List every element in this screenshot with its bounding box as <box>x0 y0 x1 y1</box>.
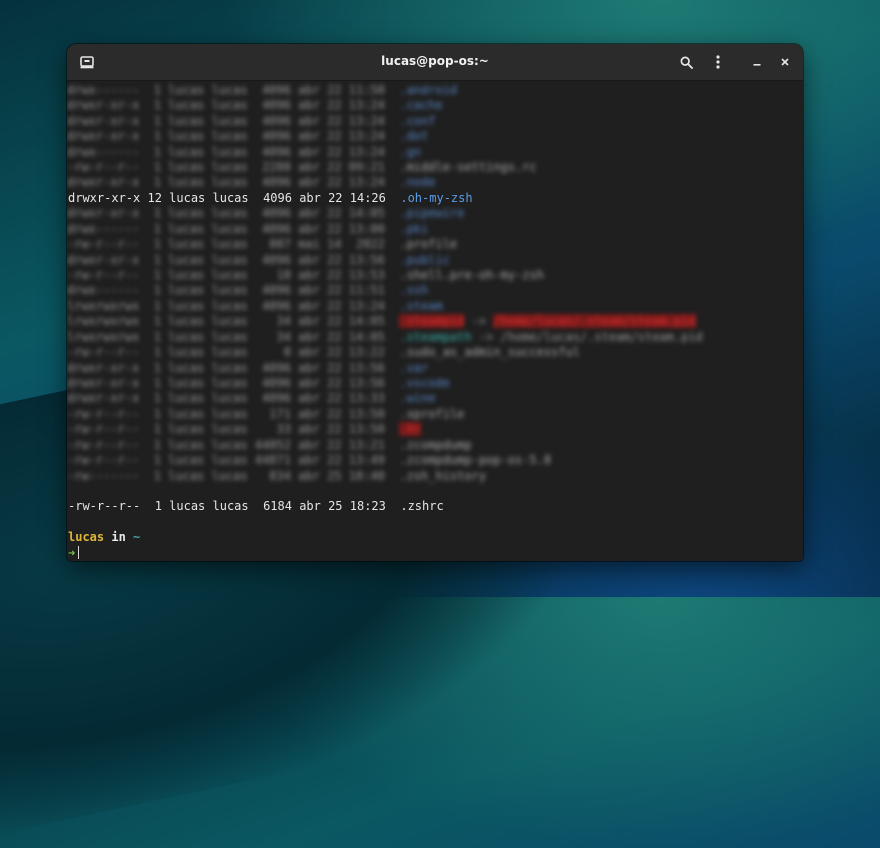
redacted-row: drwxr-xr-x 1 lucas lucas 4096 abr 22 13:… <box>67 391 436 405</box>
redacted-row: drwxr-xr-x 1 lucas lucas 4096 abr 22 13:… <box>67 175 436 189</box>
redacted-row: drwxr-xr-x 1 lucas lucas 4096 abr 22 13:… <box>67 376 450 390</box>
redacted-row: lrwxrwxrwx 1 lucas lucas 4096 abr 22 13:… <box>67 299 443 313</box>
redacted-row: drwxr-xr-x 1 lucas lucas 4096 abr 22 13:… <box>67 253 450 267</box>
redacted-row: -rw------- 1 lucas lucas 834 abr 25 18:4… <box>67 469 487 483</box>
redacted-row: lrwxrwxrwx 1 lucas lucas 34 abr 22 14:05… <box>67 314 696 328</box>
redacted-row: drwx------ 1 lucas lucas 4096 abr 22 11:… <box>67 83 458 97</box>
redacted-row: -rw-r--r-- 1 lucas lucas 171 abr 22 13:5… <box>67 407 465 421</box>
prompt-in: in <box>104 530 134 544</box>
search-button[interactable] <box>676 52 696 72</box>
directory-name: .oh-my-zsh <box>400 191 473 205</box>
redacted-row: drwxr-xr-x 1 lucas lucas 4096 abr 22 13:… <box>67 98 443 112</box>
redacted-row: lrwxrwxrwx 1 lucas lucas 34 abr 22 14:05… <box>67 330 703 344</box>
file-meta: -rw-r--r-- 1 lucas lucas 6184 abr 25 18:… <box>68 499 401 513</box>
redacted-row: drwxr-xr-x 1 lucas lucas 4096 abr 22 13:… <box>67 129 429 143</box>
redacted-row: drwxr-xr-x 1 lucas lucas 4096 abr 22 13:… <box>67 114 436 128</box>
search-icon <box>680 56 693 69</box>
close-button[interactable] <box>775 52 795 72</box>
prompt-line: lucas in ~ <box>68 530 140 544</box>
file-name: .zshrc <box>400 499 444 513</box>
redacted-row: drwx------ 1 lucas lucas 4096 abr 22 13:… <box>67 145 422 159</box>
redacted-row: -rw-r--r-- 1 lucas lucas 33 abr 22 13:50… <box>67 422 422 436</box>
kebab-menu-icon <box>716 55 720 69</box>
redacted-row: drwx------ 1 lucas lucas 4096 abr 22 13:… <box>67 222 429 236</box>
prompt-arrow-icon: ➜ <box>68 546 76 560</box>
prompt-cwd: ~ <box>133 530 141 544</box>
redacted-row: -rw-r--r-- 1 lucas lucas 44871 abr 22 13… <box>67 453 552 467</box>
text-cursor <box>78 546 80 559</box>
titlebar: lucas@pop-os:~ <box>67 44 803 81</box>
menu-button[interactable] <box>708 52 728 72</box>
listing-row-oh-my-zsh: drwxr-xr-x 12 lucas lucas 4096 abr 22 14… <box>68 191 473 205</box>
minimize-icon <box>753 64 761 66</box>
close-icon <box>781 58 789 66</box>
minimize-button[interactable] <box>747 52 767 72</box>
redacted-row: -rw-r--r-- 1 lucas lucas 44052 abr 22 13… <box>67 438 472 452</box>
redacted-row: drwxr-xr-x 1 lucas lucas 4096 abr 22 14:… <box>67 206 465 220</box>
terminal-window: lucas@pop-os:~ drwx------ 1 lucas lucas … <box>67 44 803 561</box>
listing-row-zshrc: -rw-r--r-- 1 lucas lucas 6184 abr 25 18:… <box>68 499 444 513</box>
prompt-user: lucas <box>68 530 105 544</box>
redacted-row: drwxr-xr-x 1 lucas lucas 4096 abr 22 13:… <box>67 361 429 375</box>
redacted-row: -rw-r--r-- 1 lucas lucas 18 abr 22 13:53… <box>67 268 544 282</box>
terminal-output[interactable]: drwx------ 1 lucas lucas 4096 abr 22 11:… <box>67 81 803 561</box>
redacted-row: -rw-r--r-- 1 lucas lucas 0 abr 22 13:22 … <box>67 345 580 359</box>
input-line[interactable]: ➜ <box>68 546 80 560</box>
redacted-row: -rw-r--r-- 1 lucas lucas 807 mai 14 2022… <box>67 237 458 251</box>
file-meta: drwxr-xr-x 12 lucas lucas 4096 abr 22 14… <box>68 191 401 205</box>
redacted-row: -rw-r--r-- 1 lucas lucas 2288 abr 22 09:… <box>67 160 537 174</box>
redacted-row: drwx------ 1 lucas lucas 4096 abr 22 11:… <box>67 283 429 297</box>
